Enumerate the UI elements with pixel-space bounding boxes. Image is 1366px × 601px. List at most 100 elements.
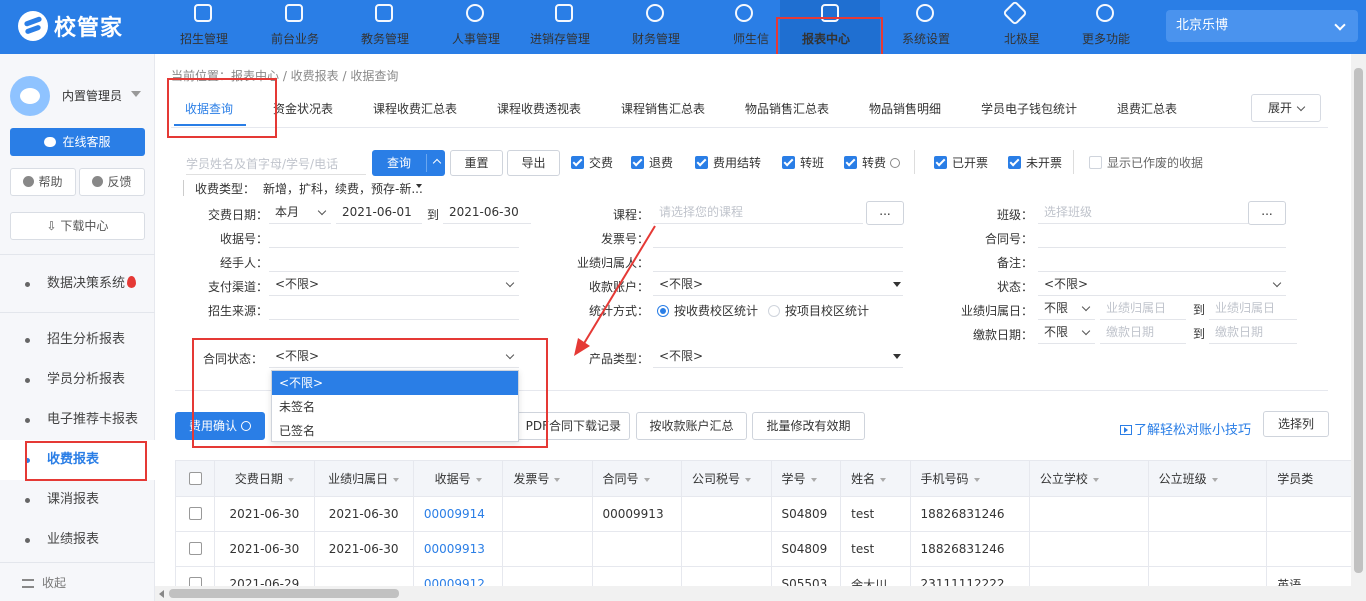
check-show-void[interactable]: 显示已作废的收据 [1089,154,1203,171]
check-invoiced[interactable]: 已开票 [934,154,988,171]
contract-status-select[interactable]: <不限> [269,346,519,368]
avatar[interactable] [10,76,50,116]
sidebar-item-ecard-report[interactable]: 电子推荐卡报表 [0,400,155,440]
col-invoice-no[interactable]: 发票号 [502,460,593,497]
feedback-button[interactable]: 反馈 [79,168,145,196]
check-pay[interactable]: 交费 [571,154,613,171]
nav-messages[interactable]: 师生信 [699,0,789,54]
scroll-thumb[interactable] [169,589,399,598]
tab-receipt-query[interactable]: 收据查询 [185,100,233,117]
class-picker-button[interactable]: ... [1248,201,1286,225]
option-unsigned[interactable]: 未签名 [272,395,518,419]
option-signed[interactable]: 已签名 [272,419,518,443]
perf-date-to-input[interactable]: 业绩归属日 [1209,298,1297,320]
tab-wallet-stats[interactable]: 学员电子钱包统计 [981,100,1077,117]
reset-button[interactable]: 重置 [450,150,503,176]
check-carryover[interactable]: 费用结转 [695,154,761,171]
account-select[interactable]: <不限> [653,274,903,296]
pay-channel-select[interactable]: <不限> [269,274,519,296]
status-select[interactable]: <不限> [1038,274,1286,296]
search-input[interactable] [186,153,366,175]
col-pay-date[interactable]: 交费日期 [214,460,315,497]
pay-due-scope-select[interactable]: 不限 [1038,322,1095,344]
table-row[interactable]: 2021-06-30 2021-06-30 00009914 00009913 … [175,496,1366,532]
expand-button[interactable]: 展开 [1251,94,1321,122]
query-button[interactable]: 查询 [372,150,445,176]
nav-settings[interactable]: 系统设置 [880,0,970,54]
select-columns-button[interactable]: 选择列 [1263,411,1329,437]
sidebar-item-lesson-report[interactable]: 课消报表 [0,480,155,520]
tab-goods-sales-summary[interactable]: 物品销售汇总表 [745,100,829,117]
sidebar-item-decision[interactable]: 数据决策系统 [0,264,155,304]
course-input[interactable]: 请选择您的课程 [653,202,863,224]
table-row[interactable]: 2021-06-29 00009912 S05503 余大川 231111122… [175,566,1366,586]
col-perf-date[interactable]: 业绩归属日 [313,460,414,497]
course-picker-button[interactable]: ... [866,201,904,225]
download-center-button[interactable]: ⇩ 下载中心 [10,212,145,240]
check-transfer-fee[interactable]: 转费 [844,154,901,171]
check-refund[interactable]: 退费 [631,154,673,171]
nav-report-center[interactable]: 报表中心 [780,0,880,54]
handler-input[interactable] [269,250,519,272]
pay-due-to-input[interactable]: 缴款日期 [1209,322,1297,344]
horizontal-scrollbar[interactable] [155,586,1366,601]
option-unlimited[interactable]: <不限> [272,371,518,395]
table-row[interactable]: 2021-06-30 2021-06-30 00009913 S04809 te… [175,531,1366,567]
col-public-school[interactable]: 公立学校 [1028,460,1149,497]
nav-hr[interactable]: 人事管理 [430,0,520,54]
tab-course-fee-summary[interactable]: 课程收费汇总表 [373,100,457,117]
scroll-thumb[interactable] [1354,68,1363,573]
online-service-button[interactable]: 在线客服 [10,128,145,156]
col-public-class[interactable]: 公立班级 [1147,460,1268,497]
check-not-invoiced[interactable]: 未开票 [1008,154,1062,171]
nav-recruit[interactable]: 招生管理 [158,0,248,54]
nav-inventory[interactable]: 进销存管理 [520,0,608,54]
reconcile-tips-link[interactable]: 了解轻松对账小技巧 [1120,419,1251,438]
export-button[interactable]: 导出 [507,150,560,176]
tab-refund-summary[interactable]: 退费汇总表 [1117,100,1177,117]
checkbox-icon[interactable] [188,542,202,555]
admin-name[interactable]: 内置管理员 [62,87,122,104]
source-input[interactable] [269,298,519,320]
col-phone[interactable]: 手机号码 [909,460,1030,497]
checkbox-icon[interactable] [188,577,202,586]
sidebar-item-fee-report[interactable]: 收费报表 [0,440,155,480]
col-contract-no[interactable]: 合同号 [591,460,683,497]
tab-fund-status[interactable]: 资金状况表 [273,100,333,117]
chevron-up-icon[interactable] [432,158,442,168]
date-to-input[interactable]: 2021-06-30 [443,202,531,224]
product-type-select[interactable]: <不限> [653,346,903,368]
nav-finance[interactable]: 财务管理 [610,0,700,54]
receipt-link[interactable]: 00009914 [412,496,504,532]
perf-date-scope-select[interactable]: 不限 [1038,298,1095,320]
date-scope-select[interactable]: 本月 [269,202,331,224]
nav-academic[interactable]: 教务管理 [339,0,429,54]
tab-course-sales-summary[interactable]: 课程销售汇总表 [621,100,705,117]
account-summary-button[interactable]: 按收款账户汇总 [636,412,747,440]
sidebar-item-student-report[interactable]: 学员分析报表 [0,360,155,400]
col-student-no[interactable]: 学号 [770,460,842,497]
nav-polaris[interactable]: 北极星 [970,0,1060,54]
tab-goods-sales-detail[interactable]: 物品销售明细 [869,100,941,117]
receipt-no-input[interactable] [269,226,519,248]
pdf-download-log-button[interactable]: PDF合同下载记录 [510,412,630,440]
pay-due-from-input[interactable]: 缴款日期 [1100,322,1186,344]
perf-date-from-input[interactable]: 业绩归属日 [1100,298,1186,320]
collapse-button[interactable]: 收起 [22,574,66,591]
tab-course-fee-pivot[interactable]: 课程收费透视表 [497,100,581,117]
col-tax-id[interactable]: 公司税号 [681,460,772,497]
checkbox-icon[interactable] [188,507,202,520]
vertical-scrollbar[interactable] [1351,54,1366,586]
col-receipt-no[interactable]: 收据号 [412,460,504,497]
caret-down-icon[interactable] [131,91,141,97]
remark-input[interactable] [1038,250,1286,272]
check-transfer-class[interactable]: 转班 [782,154,824,171]
radio-stat-by-project-campus[interactable]: 按项目校区统计 [768,302,869,319]
campus-select[interactable]: 北京乐博 [1166,10,1358,42]
nav-more[interactable]: 更多功能 [1060,0,1150,54]
fee-confirm-button[interactable]: 费用确认 [175,412,265,440]
contract-no-input[interactable] [1038,226,1286,248]
date-from-input[interactable]: 2021-06-01 [336,202,422,224]
sidebar-item-recruit-report[interactable]: 招生分析报表 [0,320,155,360]
brand-logo[interactable]: 校管家 [18,10,123,42]
